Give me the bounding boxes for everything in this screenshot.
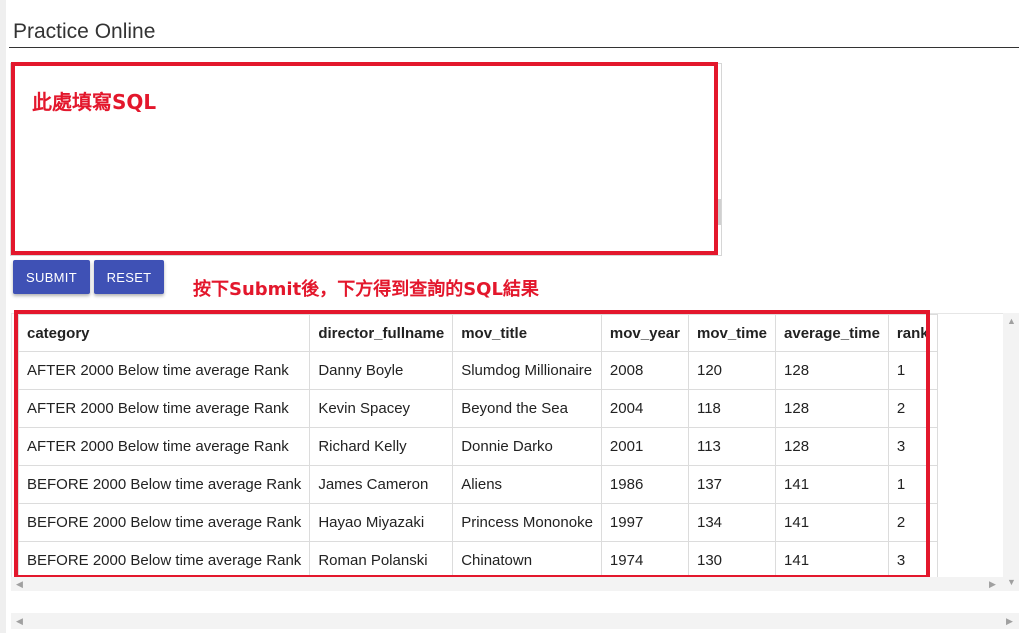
submit-button[interactable]: SUBMIT	[13, 260, 90, 294]
table-cell: 128	[775, 389, 889, 428]
triangle-up-icon[interactable]: ▲	[1007, 316, 1016, 326]
table-cell: 1	[887, 351, 938, 390]
page-horizontal-scrollbar[interactable]: ◀ ▶	[11, 613, 1019, 629]
result-annotation: 按下Submit後，下方得到查詢的SQL結果	[193, 279, 539, 300]
column-header: category	[17, 314, 311, 352]
triangle-left-icon[interactable]: ◀	[16, 579, 23, 589]
results-horizontal-scrollbar[interactable]: ◀ ▶	[11, 577, 1003, 591]
table-cell: Aliens	[452, 465, 602, 504]
table-cell: Kevin Spacey	[309, 389, 454, 428]
table-cell: Richard Kelly	[309, 427, 454, 466]
table-cell: 141	[775, 465, 889, 504]
table-cell: 120	[687, 351, 777, 390]
table-cell: 3	[887, 541, 938, 580]
results-panel: category director_fullname mov_title mov…	[11, 313, 1019, 591]
table-cell: AFTER 2000 Below time average Rank	[17, 427, 311, 466]
reset-button[interactable]: RESET	[94, 260, 164, 294]
table-cell: Hayao Miyazaki	[309, 503, 454, 542]
editor-scrollbar-thumb[interactable]	[717, 199, 721, 225]
page-left-edge	[0, 0, 6, 633]
table-row: BEFORE 2000 Below time average Rank Roma…	[17, 541, 938, 580]
table-cell: 2001	[600, 427, 689, 466]
table-row: BEFORE 2000 Below time average Rank Jame…	[17, 465, 938, 504]
table-cell: 2004	[600, 389, 689, 428]
table-row: AFTER 2000 Below time average Rank Richa…	[17, 427, 938, 466]
table-cell: BEFORE 2000 Below time average Rank	[17, 503, 311, 542]
column-header: mov_title	[452, 314, 602, 352]
page-title: Practice Online	[13, 20, 156, 44]
table-cell: Danny Boyle	[309, 351, 454, 390]
table-cell: 128	[775, 351, 889, 390]
triangle-right-icon[interactable]: ▶	[1006, 616, 1013, 626]
column-header: mov_time	[687, 314, 777, 352]
table-cell: Princess Mononoke	[452, 503, 602, 542]
table-cell: James Cameron	[309, 465, 454, 504]
table-row: AFTER 2000 Below time average Rank Danny…	[17, 351, 938, 390]
table-cell: BEFORE 2000 Below time average Rank	[17, 541, 311, 580]
table-cell: AFTER 2000 Below time average Rank	[17, 389, 311, 428]
table-cell: 3	[887, 427, 938, 466]
table-cell: Roman Polanski	[309, 541, 454, 580]
table-cell: 2	[887, 389, 938, 428]
table-cell: 137	[687, 465, 777, 504]
table-cell: 2008	[600, 351, 689, 390]
table-row: AFTER 2000 Below time average Rank Kevin…	[17, 389, 938, 428]
editor-annotation: 此處填寫SQL	[32, 90, 157, 114]
triangle-left-icon[interactable]: ◀	[16, 616, 23, 626]
table-cell: 1997	[600, 503, 689, 542]
results-vertical-scrollbar[interactable]: ▲ ▼	[1003, 313, 1019, 591]
column-header: average_time	[775, 314, 889, 352]
table-cell: Donnie Darko	[452, 427, 602, 466]
column-header: director_fullname	[309, 314, 454, 352]
table-cell: 113	[687, 427, 777, 466]
triangle-right-icon[interactable]: ▶	[989, 579, 996, 589]
table-cell: 128	[775, 427, 889, 466]
table-cell: Slumdog Millionaire	[452, 351, 602, 390]
triangle-down-icon[interactable]: ▼	[1007, 577, 1016, 587]
column-header: rank	[887, 314, 938, 352]
table-cell: Beyond the Sea	[452, 389, 602, 428]
table-cell: 2	[887, 503, 938, 542]
table-cell: BEFORE 2000 Below time average Rank	[17, 465, 311, 504]
column-header: mov_year	[600, 314, 689, 352]
table-cell: 141	[775, 503, 889, 542]
table-header-row: category director_fullname mov_title mov…	[17, 314, 938, 352]
table-cell: 1974	[600, 541, 689, 580]
table-cell: 141	[775, 541, 889, 580]
table-cell: Chinatown	[452, 541, 602, 580]
results-table: category director_fullname mov_title mov…	[17, 314, 938, 580]
table-row: BEFORE 2000 Below time average Rank Haya…	[17, 503, 938, 542]
table-cell: 118	[687, 389, 777, 428]
table-cell: AFTER 2000 Below time average Rank	[17, 351, 311, 390]
table-cell: 130	[687, 541, 777, 580]
table-cell: 134	[687, 503, 777, 542]
table-cell: 1986	[600, 465, 689, 504]
table-cell: 1	[887, 465, 938, 504]
title-divider	[9, 47, 1019, 48]
